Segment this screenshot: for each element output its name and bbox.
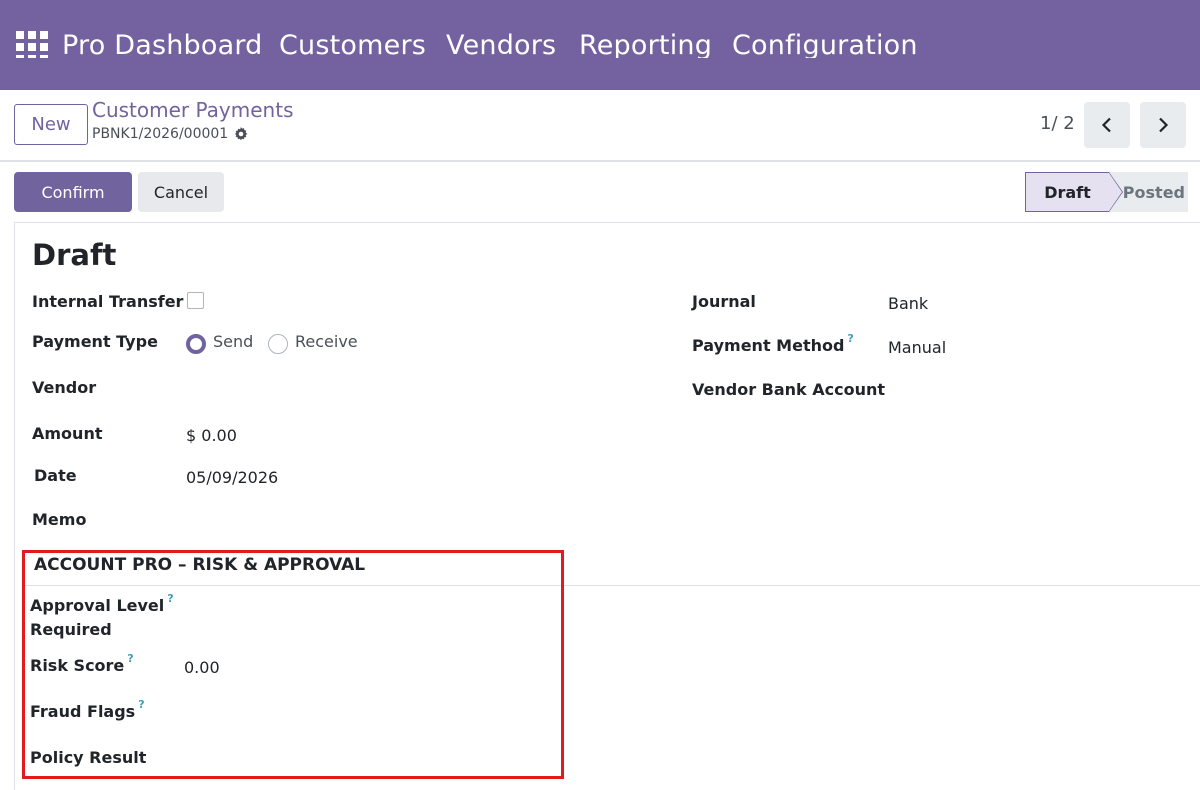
amount-label: Amount [32, 424, 103, 443]
payment-method-value[interactable]: Manual [888, 338, 946, 357]
memo-label: Memo [32, 510, 87, 529]
status-bar: Posted Draft [1025, 172, 1188, 212]
payment-method-label: Payment Method? [692, 332, 854, 355]
status-arrow-fill [1109, 173, 1122, 211]
chevron-right-icon [1159, 117, 1169, 133]
vendor-label: Vendor [32, 378, 97, 397]
payment-type-send-radio[interactable] [186, 334, 206, 354]
date-label: Date [34, 466, 77, 485]
internal-transfer-checkbox[interactable] [187, 292, 204, 309]
payment-type-receive-label[interactable]: Receive [295, 332, 358, 351]
cancel-button[interactable]: Cancel [138, 172, 224, 212]
breadcrumb-customer-payments[interactable]: Customer Payments [92, 98, 293, 122]
control-panel-divider [0, 160, 1200, 162]
amount-value[interactable]: $ 0.00 [186, 426, 237, 445]
chevron-left-icon [1101, 117, 1111, 133]
journal-label: Journal [692, 292, 756, 311]
payment-method-label-text: Payment Method [692, 336, 845, 355]
payment-method-help-icon[interactable]: ? [847, 332, 853, 345]
pager-next-button[interactable] [1140, 102, 1186, 148]
payment-type-send-label[interactable]: Send [213, 332, 253, 351]
top-navbar: Pro Dashboard Customers Vendors Reportin… [0, 0, 1200, 90]
journal-value[interactable]: Bank [888, 294, 928, 313]
internal-transfer-label: Internal Transfer [32, 292, 184, 311]
vendor-bank-account-label: Vendor Bank Account [692, 380, 886, 399]
date-value[interactable]: 05/09/2026 [186, 468, 278, 487]
record-reference: PBNK1/2026/00001 [92, 126, 248, 142]
gear-icon[interactable] [234, 127, 248, 141]
new-button[interactable]: New [14, 104, 88, 145]
payment-type-receive-radio[interactable] [268, 334, 288, 354]
confirm-button[interactable]: Confirm [14, 172, 132, 212]
pager-previous-button[interactable] [1084, 102, 1130, 148]
record-title: Draft [32, 238, 117, 272]
status-draft[interactable]: Draft [1025, 172, 1109, 212]
record-reference-text: PBNK1/2026/00001 [92, 126, 229, 142]
pager-counter[interactable]: 1/ 2 [1040, 113, 1075, 134]
navbar-bottom-band [0, 58, 1200, 90]
risk-section-highlight [22, 550, 564, 779]
payment-type-label: Payment Type [32, 332, 158, 351]
